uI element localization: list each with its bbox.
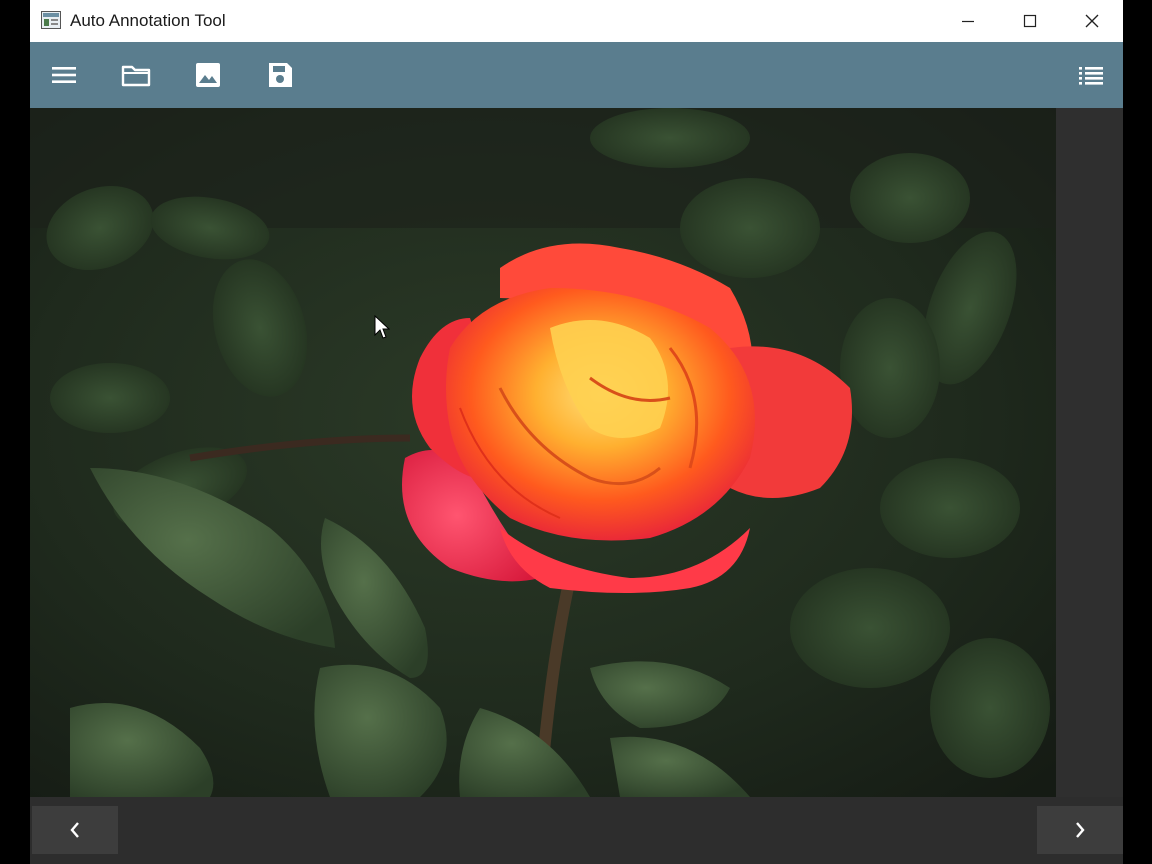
navigation-bar <box>30 797 1123 864</box>
title-bar[interactable]: Auto Annotation Tool <box>30 0 1123 42</box>
rose-photo <box>30 108 1056 797</box>
maximize-button[interactable] <box>999 0 1061 42</box>
list-icon <box>1079 67 1103 85</box>
minimize-icon <box>962 20 974 23</box>
save-button[interactable] <box>262 57 298 93</box>
mouse-cursor <box>374 315 390 339</box>
image-icon <box>196 63 220 87</box>
open-folder-button[interactable] <box>118 57 154 93</box>
side-panel <box>1056 108 1123 797</box>
toolbar <box>30 42 1123 108</box>
maximize-icon <box>1023 14 1037 28</box>
list-view-button[interactable] <box>1073 57 1109 93</box>
previous-image-button[interactable] <box>32 806 118 854</box>
image-canvas[interactable] <box>30 108 1056 797</box>
open-image-button[interactable] <box>190 57 226 93</box>
minimize-button[interactable] <box>937 0 999 42</box>
menu-button[interactable] <box>46 57 82 93</box>
save-icon <box>269 63 292 87</box>
next-image-button[interactable] <box>1037 806 1123 854</box>
folder-open-icon <box>121 65 151 87</box>
window-title: Auto Annotation Tool <box>70 11 226 30</box>
close-icon <box>1085 14 1099 28</box>
app-icon <box>41 11 61 29</box>
app-window: Auto Annotation Tool <box>30 0 1123 864</box>
close-button[interactable] <box>1061 0 1123 42</box>
chevron-left-icon <box>70 822 79 838</box>
chevron-right-icon <box>1076 822 1085 838</box>
menu-icon <box>52 67 76 83</box>
